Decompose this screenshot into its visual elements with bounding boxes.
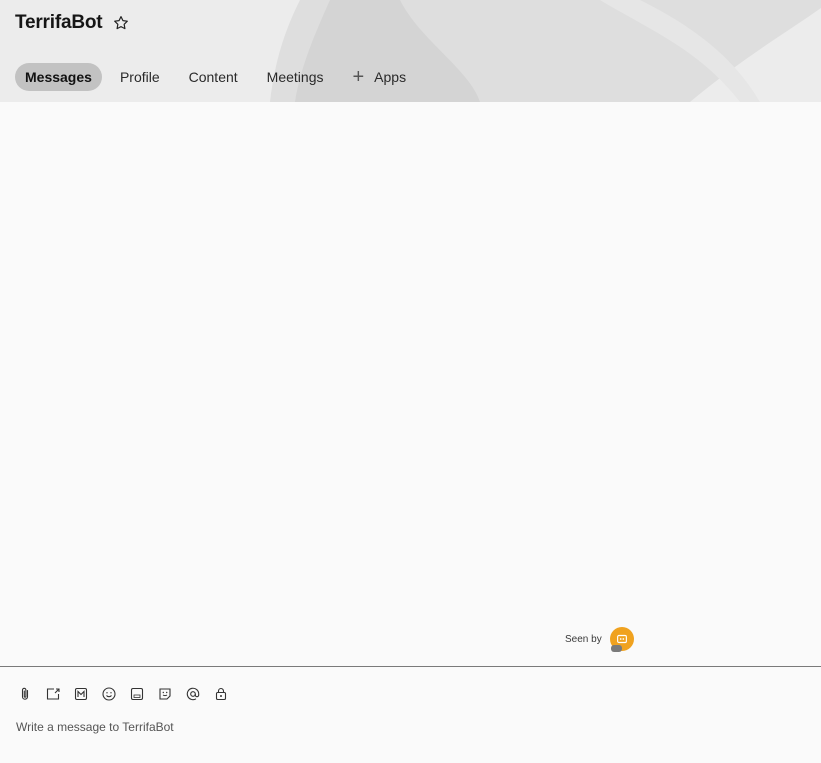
plus-icon: + xyxy=(352,66,365,88)
tab-apps[interactable]: + Apps xyxy=(342,63,416,91)
avatar-badge xyxy=(610,645,622,652)
tab-messages[interactable]: Messages xyxy=(15,63,102,91)
gif-icon[interactable] xyxy=(129,686,145,702)
tab-label: Messages xyxy=(25,69,92,85)
space-title: TerrifaBot xyxy=(15,12,103,33)
sticker-icon[interactable] xyxy=(157,686,173,702)
star-icon[interactable] xyxy=(112,14,130,32)
seen-by-indicator: Seen by xyxy=(565,627,634,652)
markdown-icon[interactable] xyxy=(73,686,89,702)
share-screen-icon[interactable] xyxy=(45,686,61,702)
tab-meetings[interactable]: Meetings xyxy=(257,63,334,91)
paperclip-icon[interactable] xyxy=(17,686,33,702)
avatar[interactable] xyxy=(609,627,634,652)
lock-icon[interactable] xyxy=(213,686,229,702)
tab-content[interactable]: Content xyxy=(179,63,248,91)
bot-icon xyxy=(616,634,627,644)
message-composer xyxy=(0,666,821,763)
tab-label: Meetings xyxy=(266,69,324,85)
emoji-icon[interactable] xyxy=(101,686,117,702)
tab-label: Content xyxy=(188,69,238,85)
seen-by-label: Seen by xyxy=(565,633,602,645)
title-row: TerrifaBot xyxy=(15,10,130,36)
composer-toolbar xyxy=(17,686,229,702)
tab-bar: Messages Profile Content Meetings + Apps xyxy=(15,63,425,91)
space-header: TerrifaBot Messages Profile Content Meet… xyxy=(0,0,821,102)
tab-label: Profile xyxy=(119,69,160,85)
message-input[interactable] xyxy=(16,717,796,737)
mention-icon[interactable] xyxy=(185,686,201,702)
tab-label: Apps xyxy=(374,69,407,85)
tab-profile[interactable]: Profile xyxy=(110,63,170,91)
